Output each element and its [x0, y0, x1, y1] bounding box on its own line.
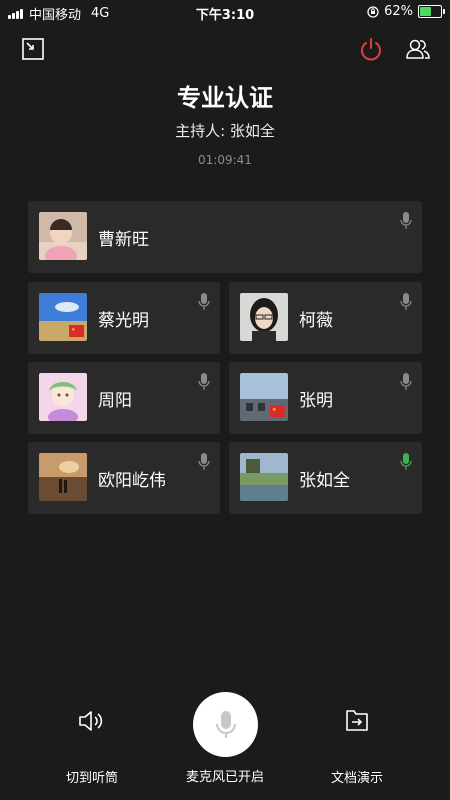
participant-card[interactable]: 柯薇: [229, 282, 422, 354]
document-share-icon: [346, 710, 368, 731]
microphone-icon: [216, 711, 236, 738]
battery-icon: [418, 5, 445, 18]
participant-card[interactable]: ★ 蔡光明: [28, 282, 220, 354]
switch-earpiece-button[interactable]: 切到听筒: [52, 708, 132, 786]
participant-card[interactable]: ★ 张明: [229, 362, 422, 434]
svg-text:★: ★: [71, 327, 76, 333]
microphone-icon: [400, 453, 412, 470]
minimize-icon: [22, 38, 44, 60]
members-icon: [406, 39, 430, 59]
avatar: [39, 373, 87, 421]
participant-card[interactable]: 张如全: [229, 442, 422, 514]
end-meeting-button[interactable]: [358, 36, 384, 62]
participant-name: 张如全: [299, 471, 350, 491]
participant-name: 柯薇: [299, 311, 333, 331]
microphone-icon: [400, 373, 412, 390]
participant-name: 蔡光明: [98, 311, 149, 331]
microphone-icon: [400, 212, 412, 229]
meeting-timer: 01:09:41: [198, 153, 252, 167]
members-button[interactable]: [405, 36, 431, 62]
svg-text:★: ★: [272, 407, 277, 413]
participant-name: 张明: [299, 391, 333, 411]
microphone-status-label: 麦克风已开启: [185, 770, 264, 785]
speaker-icon: [79, 711, 103, 731]
microphone-toggle-button[interactable]: [193, 692, 258, 757]
participant-card[interactable]: 欧阳屹伟: [28, 442, 220, 514]
battery-percent: 62%: [384, 4, 413, 19]
avatar: [39, 212, 87, 260]
document-presentation-label: 文档演示: [330, 771, 383, 786]
orientation-lock-icon: [367, 5, 379, 18]
switch-earpiece-label: 切到听筒: [65, 771, 118, 786]
status-bar: 中国移动 4G 下午3:10 62%: [0, 0, 450, 24]
meeting-title: 专业认证: [177, 84, 273, 112]
avatar: [240, 453, 288, 501]
avatar: ★: [240, 373, 288, 421]
participant-name: 曹新旺: [98, 230, 149, 250]
document-presentation-button[interactable]: 文档演示: [317, 708, 397, 786]
avatar: [39, 453, 87, 501]
participant-card[interactable]: 曹新旺: [28, 201, 422, 273]
microphone-icon: [198, 293, 210, 310]
avatar: [240, 293, 288, 341]
power-icon: [361, 38, 381, 61]
minimize-button[interactable]: [20, 36, 46, 62]
host-label: 主持人: 张如全: [175, 122, 275, 140]
microphone-icon: [198, 453, 210, 470]
microphone-icon: [198, 373, 210, 390]
avatar: ★: [39, 293, 87, 341]
participant-name: 周阳: [98, 391, 132, 411]
participant-card[interactable]: 周阳: [28, 362, 220, 434]
microphone-icon: [400, 293, 412, 310]
participant-name: 欧阳屹伟: [98, 471, 166, 491]
